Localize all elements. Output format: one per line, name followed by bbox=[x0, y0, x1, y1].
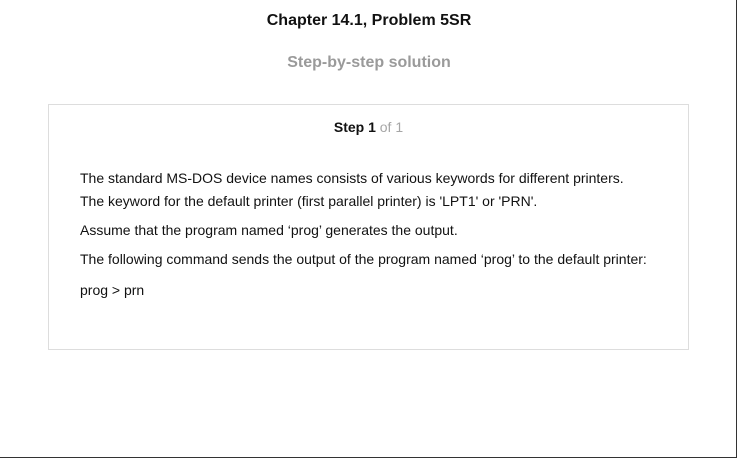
command-text: prog > prn bbox=[80, 282, 145, 298]
step-count: of 1 bbox=[379, 119, 404, 135]
step-paragraph: The keyword for the default printer (fir… bbox=[80, 193, 538, 209]
chapter-title: Chapter 14.1, Problem 5SR bbox=[266, 12, 472, 29]
step-body: The standard MS-DOS device names consist… bbox=[80, 167, 680, 302]
step-card: Step 1 of 1 The standard MS-DOS device n… bbox=[48, 104, 689, 350]
step-paragraph: The following command sends the output o… bbox=[80, 251, 647, 267]
solution-subtitle: Step-by-step solution bbox=[287, 54, 451, 71]
step-header: Step 1 of 1 bbox=[49, 119, 688, 135]
step-paragraph: The standard MS-DOS device names consist… bbox=[80, 170, 624, 186]
step-label: Step 1 bbox=[333, 119, 376, 135]
step-paragraph: Assume that the program named ‘prog’ gen… bbox=[80, 222, 458, 238]
